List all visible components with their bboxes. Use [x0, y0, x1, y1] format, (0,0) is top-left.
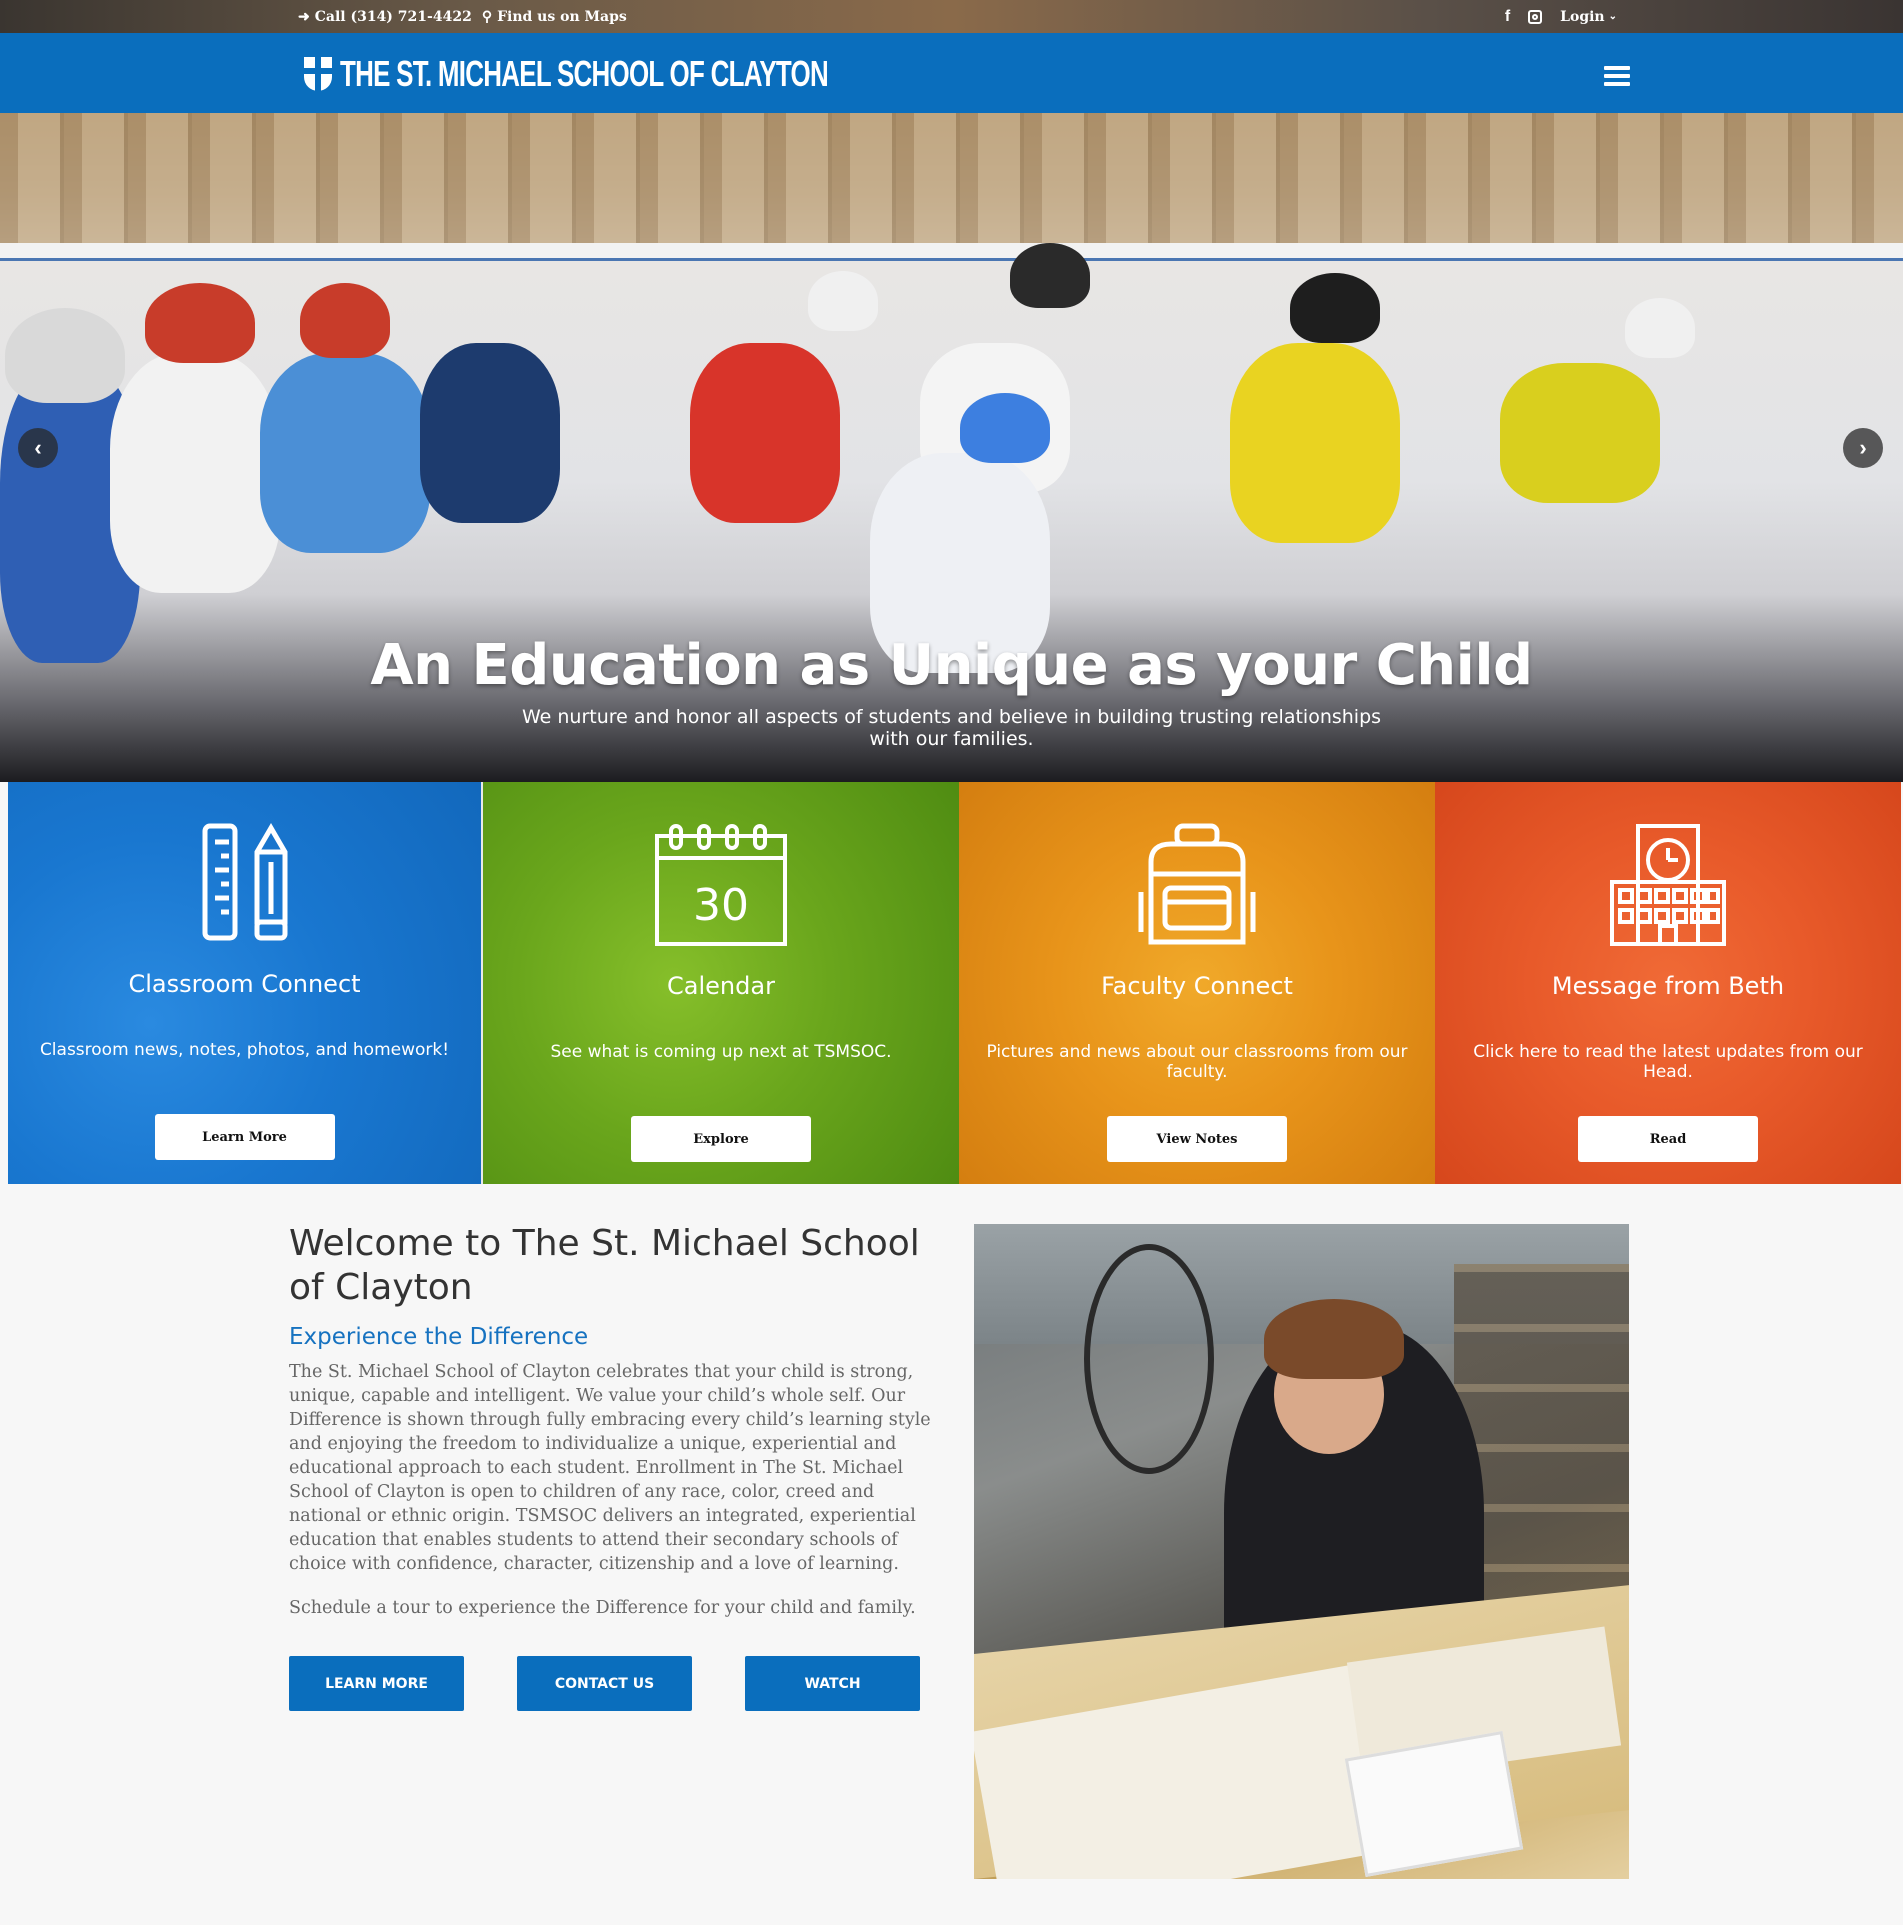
main-navbar: THE ST. MICHAEL SCHOOL OF CLAYTON	[0, 33, 1903, 113]
welcome-heading: Welcome to The St. Michael School of Cla…	[289, 1223, 920, 1308]
welcome-body: The St. Michael School of Clayton celebr…	[289, 1362, 931, 1574]
welcome-buttons: LEARN MORE CONTACT US WATCH	[289, 1656, 920, 1711]
tile-faculty-connect[interactable]: Faculty Connect Pictures and news about …	[959, 782, 1435, 1184]
tile-text: Pictures and news about our classrooms f…	[986, 1042, 1408, 1082]
map-pin-icon: ⚲	[481, 8, 493, 25]
topbar-contact: ➜ Call (314) 721-4422 ⚲ Find us on Maps	[298, 0, 627, 33]
chevron-down-icon: ⌄	[1608, 11, 1617, 22]
rink-wall	[0, 113, 1903, 243]
welcome-tour-text: Schedule a tour to experience the Differ…	[289, 1598, 916, 1618]
calendar-icon: 30	[653, 822, 789, 953]
ruler-pencil-icon	[199, 822, 291, 949]
chevron-left-icon[interactable]: ‹	[18, 428, 58, 468]
tile-text: Click here to read the latest updates fr…	[1473, 1042, 1863, 1082]
tile-classroom-connect[interactable]: Classroom Connect Classroom news, notes,…	[8, 782, 483, 1184]
welcome-section: Welcome to The St. Michael School of Cla…	[289, 1222, 949, 1620]
hamburger-menu-icon[interactable]	[1604, 66, 1630, 86]
tile-title: Classroom Connect	[128, 970, 361, 998]
read-tile-button[interactable]: Read	[1578, 1116, 1758, 1162]
contact-us-button[interactable]: CONTACT US	[517, 1656, 692, 1711]
topbar-right: f Login ⌄	[1505, 0, 1617, 33]
tile-calendar[interactable]: 30 Calendar See what is coming up next a…	[483, 782, 959, 1184]
tile-title: Message from Beth	[1551, 972, 1785, 1000]
maps-link[interactable]: ⚲ Find us on Maps	[482, 9, 627, 25]
tile-text: See what is coming up next at TSMSOC.	[550, 1042, 892, 1062]
hero-subtitle: We nurture and honor all aspects of stud…	[521, 706, 1382, 750]
welcome-subheading: Experience the Difference	[289, 1324, 589, 1350]
site-logo[interactable]: THE ST. MICHAEL SCHOOL OF CLAYTON	[304, 53, 1018, 95]
backpack-icon	[1137, 822, 1257, 953]
facebook-icon[interactable]: f	[1505, 8, 1510, 26]
logo-text: THE ST. MICHAEL SCHOOL OF CLAYTON	[340, 53, 829, 94]
view-notes-tile-button[interactable]: View Notes	[1107, 1116, 1287, 1162]
feature-tiles: Classroom Connect Classroom news, notes,…	[8, 782, 1903, 1184]
shield-logo-icon	[304, 57, 332, 91]
student-calligraphy-photo	[974, 1224, 1629, 1879]
rink-board	[0, 243, 1903, 261]
watch-button[interactable]: WATCH	[745, 1656, 920, 1711]
arrow-right-icon: ➜	[298, 8, 310, 25]
phone-label: Call (314) 721-4422	[314, 8, 472, 25]
maps-label: Find us on Maps	[497, 8, 627, 25]
instagram-icon[interactable]	[1528, 9, 1543, 24]
login-dropdown[interactable]: Login ⌄	[1560, 9, 1617, 25]
hero-title: An Education as Unique as your Child	[370, 633, 1533, 698]
school-building-icon	[1608, 822, 1728, 953]
call-link[interactable]: ➜ Call (314) 721-4422	[298, 9, 472, 25]
tile-title: Faculty Connect	[1101, 972, 1293, 1000]
learn-more-button[interactable]: LEARN MORE	[289, 1656, 464, 1711]
tile-title: Calendar	[667, 972, 775, 1000]
login-label: Login	[1560, 8, 1605, 25]
tile-message-from-beth[interactable]: Message from Beth Click here to read the…	[1435, 782, 1901, 1184]
calendar-day-number: 30	[693, 880, 749, 931]
learn-more-tile-button[interactable]: Learn More	[154, 1114, 335, 1160]
tile-text: Classroom news, notes, photos, and homew…	[39, 1040, 450, 1060]
hero-slider: ‹ › An Education as Unique as your Child…	[0, 113, 1903, 782]
explore-tile-button[interactable]: Explore	[631, 1116, 811, 1162]
chevron-right-icon[interactable]: ›	[1843, 428, 1883, 468]
top-utility-bar: ➜ Call (314) 721-4422 ⚲ Find us on Maps …	[0, 0, 1903, 33]
hero-caption: An Education as Unique as your Child We …	[0, 633, 1903, 750]
